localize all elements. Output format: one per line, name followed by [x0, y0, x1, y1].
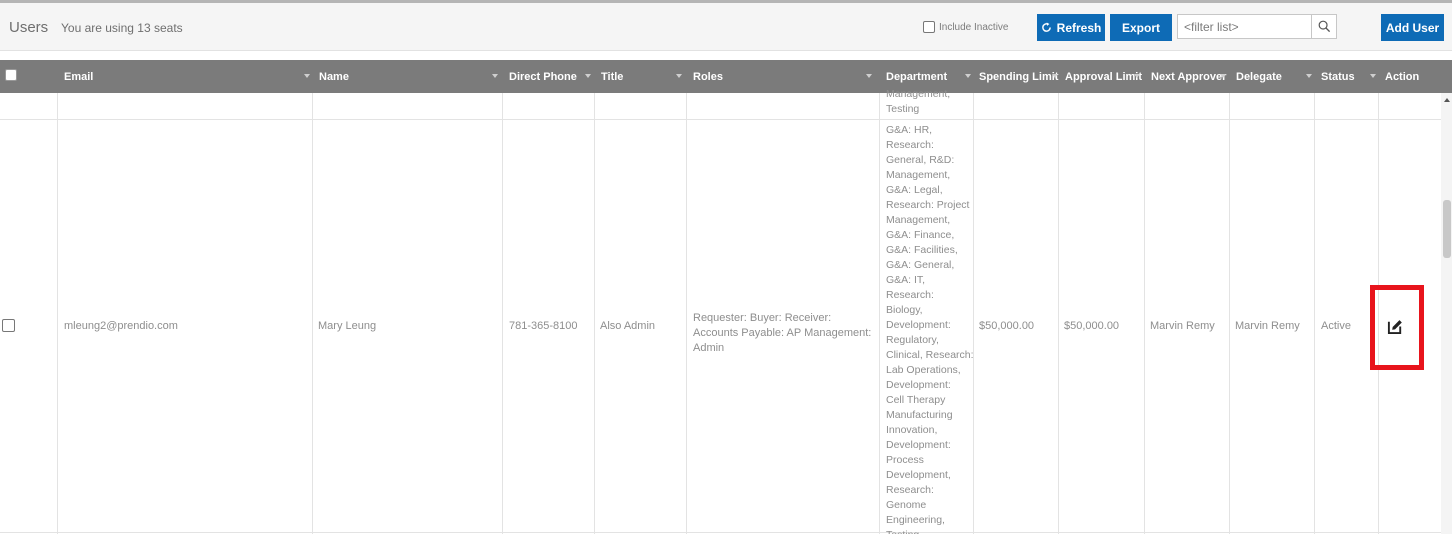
cell-department: G&A: HR, Research: General, R&D: Managem… — [886, 124, 974, 534]
scroll-up-arrow-icon[interactable] — [1444, 98, 1450, 102]
add-user-button[interactable]: Add User — [1381, 14, 1444, 41]
sort-arrow-icon[interactable] — [676, 74, 682, 78]
sort-arrow-icon[interactable] — [1134, 74, 1140, 78]
column-header-direct-phone[interactable]: Direct Phone — [502, 60, 595, 93]
cell-next-approver: Marvin Remy — [1150, 320, 1215, 332]
cell-status: Active — [1321, 320, 1351, 332]
cell-name: Mary Leung — [318, 320, 377, 332]
search-icon — [1318, 20, 1330, 33]
export-button[interactable]: Export — [1110, 14, 1172, 41]
prev-row-department: Management, Testing — [886, 88, 951, 115]
cell-title: Also Admin — [600, 320, 656, 332]
sort-arrow-icon[interactable] — [965, 74, 971, 78]
column-header-delegate[interactable]: Delegate — [1229, 60, 1316, 93]
sort-arrow-icon[interactable] — [1306, 74, 1312, 78]
column-header-approval-limit[interactable]: Approval Limit — [1058, 60, 1144, 93]
cell-spending-limit: $50,000.00 — [979, 320, 1035, 332]
cell-approval-limit: $50,000.00 — [1064, 320, 1120, 332]
column-header-name[interactable]: Name — [312, 60, 502, 93]
seats-info: You are using 13 seats — [61, 21, 183, 35]
column-divider — [312, 93, 313, 534]
table-header: Email Name Direct Phone Title Roles Depa… — [0, 60, 1452, 93]
sort-arrow-icon[interactable] — [304, 74, 310, 78]
refresh-icon — [1041, 22, 1051, 32]
sort-arrow-icon[interactable] — [866, 74, 872, 78]
edit-glyph — [1387, 319, 1402, 334]
sort-arrow-icon[interactable] — [585, 74, 591, 78]
column-divider — [594, 93, 595, 534]
include-inactive-label: Include Inactive — [939, 21, 1009, 33]
column-divider — [1144, 93, 1145, 534]
page-title: Users — [9, 19, 49, 36]
refresh-button[interactable]: Refresh — [1037, 14, 1105, 41]
edit-icon[interactable] — [1385, 316, 1405, 336]
column-divider — [879, 93, 880, 534]
filter-input[interactable] — [1177, 14, 1312, 39]
column-header-roles[interactable]: Roles — [686, 60, 876, 93]
search-button[interactable] — [1311, 14, 1337, 39]
column-divider — [1314, 93, 1315, 534]
scrollbar-thumb[interactable] — [1443, 200, 1451, 258]
cell-email: mleung2@prendio.com — [64, 320, 178, 332]
cell-roles: Requester: Buyer: Receiver: Accounts Pay… — [693, 312, 872, 354]
sort-arrow-icon[interactable] — [1220, 74, 1226, 78]
column-divider — [57, 93, 58, 534]
column-header-next-approver[interactable]: Next Approver — [1144, 60, 1230, 93]
column-header-spending-limit[interactable]: Spending Limit — [973, 60, 1062, 93]
column-header-title[interactable]: Title — [594, 60, 686, 93]
sort-arrow-icon[interactable] — [1370, 74, 1376, 78]
column-divider — [502, 93, 503, 534]
refresh-label: Refresh — [1056, 20, 1102, 35]
include-inactive-checkbox[interactable] — [923, 21, 935, 33]
column-divider — [1058, 93, 1059, 534]
column-header-action: Action — [1385, 70, 1420, 83]
row-divider — [0, 119, 1441, 120]
cell-direct-phone: 781-365-8100 — [509, 320, 578, 332]
export-label: Export — [1121, 20, 1160, 35]
sort-arrow-icon[interactable] — [492, 74, 498, 78]
column-divider — [1229, 93, 1230, 534]
row-divider — [0, 532, 1441, 533]
row-select-checkbox[interactable] — [2, 319, 15, 332]
column-divider — [686, 93, 687, 534]
include-inactive-toggle[interactable]: Include Inactive — [923, 21, 1009, 33]
cell-delegate: Marvin Remy — [1235, 320, 1300, 332]
select-all-checkbox[interactable] — [5, 69, 17, 81]
column-header-email[interactable]: Email — [57, 60, 314, 93]
column-header-status[interactable]: Status — [1314, 60, 1380, 93]
vertical-scrollbar[interactable] — [1441, 93, 1452, 534]
add-user-label: Add User — [1385, 20, 1440, 35]
users-toolbar: Users You are using 13 seats Include Ina… — [0, 3, 1452, 51]
